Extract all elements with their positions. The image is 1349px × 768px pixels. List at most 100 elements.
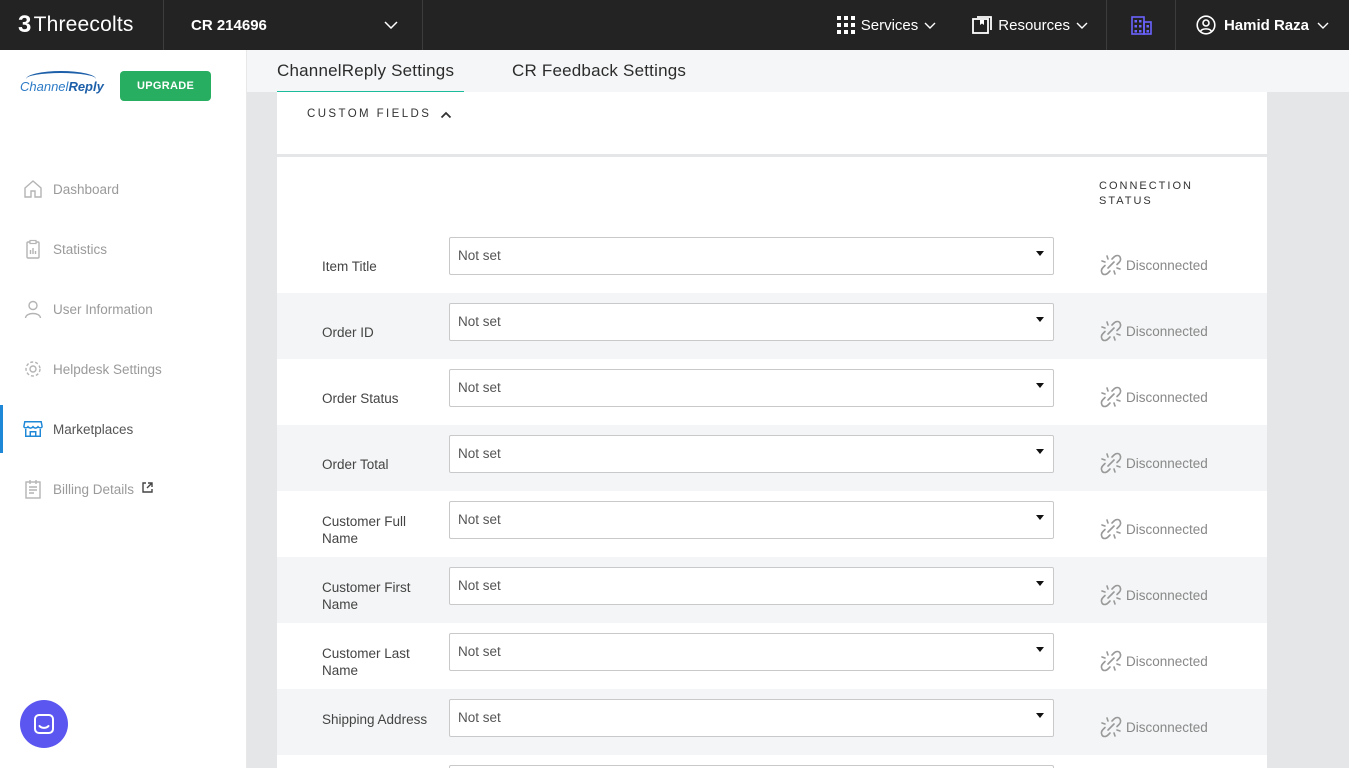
table-row: Customer Full Name Not set Disconnected	[277, 491, 1267, 557]
field-select[interactable]: Not set	[449, 567, 1054, 605]
broken-link-icon	[1100, 584, 1122, 606]
resources-label: Resources	[998, 16, 1070, 34]
sidebar-menu: Dashboard Statistics User Information He…	[0, 159, 246, 519]
field-label: Customer First Name	[322, 580, 411, 612]
connection-status: Disconnected	[1099, 715, 1208, 739]
chevron-down-icon	[1076, 22, 1088, 29]
account-selector[interactable]: CR 214696	[164, 0, 423, 50]
table-row: Order Status Not set Disconnected	[277, 359, 1267, 425]
broken-link-icon	[1100, 254, 1122, 276]
tab-channelreply-settings[interactable]: ChannelReply Settings	[277, 61, 465, 94]
connection-status: Disconnected	[1099, 451, 1208, 475]
field-select[interactable]: Not set	[449, 633, 1054, 671]
field-label: Customer Last Name	[322, 646, 410, 678]
dropdown-arrow-icon	[1036, 713, 1044, 718]
dropdown-arrow-icon	[1036, 449, 1044, 454]
sidebar-item-user-information[interactable]: User Information	[0, 279, 246, 339]
field-select[interactable]: Not set	[449, 237, 1054, 275]
field-label: Order Status	[322, 391, 399, 406]
invoice-icon	[23, 479, 43, 499]
sidebar: ChannelReply UPGRADE Dashboard Statistic…	[0, 50, 247, 768]
organization-button[interactable]	[1107, 0, 1175, 50]
services-label: Services	[860, 16, 919, 34]
chat-icon	[34, 714, 54, 734]
section-title: CUSTOM FIELDS	[307, 108, 432, 120]
connection-status: Disconnected	[1099, 253, 1208, 277]
field-label: Order Total	[322, 457, 389, 472]
connection-status: Disconnected	[1099, 385, 1208, 409]
dropdown-arrow-icon	[1036, 251, 1044, 256]
sidebar-item-marketplaces[interactable]: Marketplaces	[0, 399, 246, 459]
sidebar-item-label: Billing Details	[53, 481, 135, 497]
table-row: Customer First Name Not set Disconnected	[277, 557, 1267, 623]
broken-link-icon	[1100, 650, 1122, 672]
sidebar-item-label: Dashboard	[53, 181, 120, 197]
sidebar-item-label: User Information	[53, 301, 153, 317]
main-content: ChannelReply Settings CR Feedback Settin…	[247, 50, 1349, 768]
resources-menu[interactable]: Resources	[954, 0, 1106, 50]
custom-fields-table: CONNECTION STATUS Item Title Not set Dis…	[277, 157, 1267, 768]
connection-status: Disconnected	[1099, 517, 1208, 541]
table-row: Order ID Not set Disconnected	[277, 293, 1267, 359]
field-select[interactable]: Not set	[449, 435, 1054, 473]
settings-tabs: ChannelReply Settings CR Feedback Settin…	[247, 50, 1349, 94]
user-menu[interactable]: Hamid Raza	[1176, 0, 1349, 50]
grid-icon	[836, 16, 855, 34]
table-row	[277, 755, 1267, 768]
sidebar-item-label: Helpdesk Settings	[53, 361, 162, 377]
channelreply-logo[interactable]: ChannelReply	[20, 70, 104, 94]
dropdown-arrow-icon	[1036, 581, 1044, 586]
sidebar-item-dashboard[interactable]: Dashboard	[0, 159, 246, 219]
sidebar-item-statistics[interactable]: Statistics	[0, 219, 246, 279]
chevron-up-icon[interactable]	[440, 111, 452, 119]
table-row: Order Total Not set Disconnected	[277, 425, 1267, 491]
sidebar-item-helpdesk-settings[interactable]: Helpdesk Settings	[0, 339, 246, 399]
chat-launcher-button[interactable]	[20, 700, 68, 748]
table-row: Item Title Not set Disconnected	[277, 227, 1267, 293]
field-select[interactable]: Not set	[449, 369, 1054, 407]
store-icon	[23, 419, 43, 439]
user-circle-icon	[1196, 15, 1216, 35]
broken-link-icon	[1100, 518, 1122, 540]
sidebar-item-billing-details[interactable]: Billing Details	[0, 459, 246, 519]
field-label: Order ID	[322, 325, 374, 340]
field-select[interactable]: Not set	[449, 303, 1054, 341]
clipboard-chart-icon	[23, 239, 43, 259]
field-select[interactable]: Not set	[449, 501, 1054, 539]
chevron-down-icon	[924, 22, 936, 29]
gear-icon	[23, 359, 43, 379]
connection-status: Disconnected	[1099, 319, 1208, 343]
dropdown-arrow-icon	[1036, 383, 1044, 388]
user-name: Hamid Raza	[1223, 16, 1309, 34]
external-link-icon	[142, 482, 153, 496]
broken-link-icon	[1100, 716, 1122, 738]
sidebar-item-label: Marketplaces	[53, 421, 134, 437]
building-icon	[1131, 16, 1152, 35]
field-select[interactable]: Not set	[449, 699, 1054, 737]
table-row: Shipping Address Not set Disconnected	[277, 689, 1267, 755]
broken-link-icon	[1100, 386, 1122, 408]
book-icon	[972, 16, 993, 34]
services-menu[interactable]: Services	[819, 0, 955, 50]
top-bar: 3 Threecolts CR 214696 Services Resource…	[0, 0, 1349, 50]
custom-fields-header[interactable]: CUSTOM FIELDS	[277, 92, 1267, 154]
threecolts-logo[interactable]: 3 Threecolts	[0, 0, 164, 50]
broken-link-icon	[1100, 452, 1122, 474]
dropdown-arrow-icon	[1036, 317, 1044, 322]
dropdown-arrow-icon	[1036, 515, 1044, 520]
tab-cr-feedback-settings[interactable]: CR Feedback Settings	[512, 61, 686, 81]
user-icon	[23, 299, 43, 319]
chevron-down-icon	[384, 21, 398, 29]
upgrade-button[interactable]: UPGRADE	[120, 71, 212, 101]
table-row: Customer Last Name Not set Disconnected	[277, 623, 1267, 689]
connection-status: Disconnected	[1099, 649, 1208, 673]
chevron-down-icon	[1317, 22, 1329, 29]
dropdown-arrow-icon	[1036, 647, 1044, 652]
account-label: CR 214696	[191, 16, 267, 34]
field-label: Shipping Address	[322, 712, 428, 727]
field-label: Item Title	[322, 259, 377, 274]
connection-status: Disconnected	[1099, 583, 1208, 607]
field-label: Customer Full Name	[322, 514, 407, 546]
sidebar-item-label: Statistics	[53, 241, 108, 257]
brand-mark: 3	[18, 11, 32, 38]
